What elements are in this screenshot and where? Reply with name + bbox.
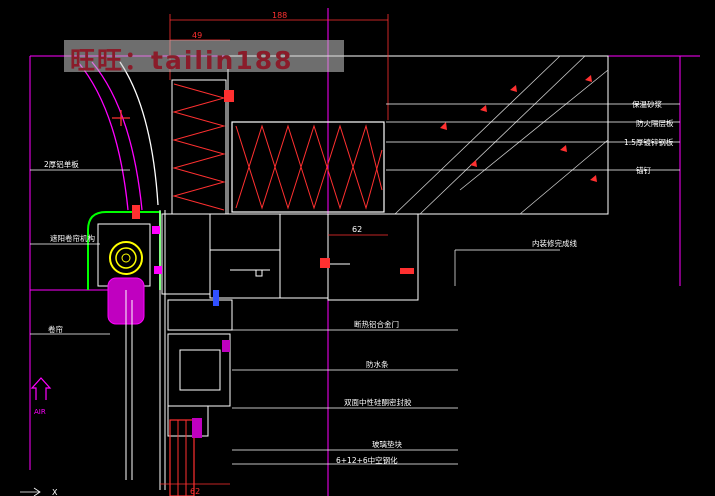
label-aluminum-panel: 2厚铝单板 [44,159,79,169]
label-curtain: 卷帘 [48,324,63,334]
label-anchor: 锚钉 [636,165,651,175]
label-axis-x: X [52,488,58,496]
vertical-insulation [171,79,227,215]
label-galv-steel: 1.5厚镀锌钢板 [624,137,674,147]
air-arrow-icon [30,377,52,400]
anchor-marks [132,90,414,352]
watermark-text: 旺旺：tailin188 [70,46,294,75]
label-air: AIR [34,408,46,416]
label-glass-edge: 玻璃垫块 [372,439,402,449]
insulation-block [231,121,385,213]
label-insulation-finish: 保温砂浆 [632,99,662,109]
dim-top-width: 188 [272,11,287,20]
blind-curve [77,61,159,211]
label-glass-spec: 6+12+6中空钢化 [336,455,398,465]
axis-icon [20,487,41,496]
dim-insulation-offset: 62 [352,225,362,234]
label-indoor-trim: 内装修完成线 [532,238,577,248]
label-silicone-sealant: 双面中性硅酮密封胶 [344,397,412,407]
label-door-frame: 断热铝合金门 [354,319,399,329]
dim-top-offset: 49 [192,31,202,40]
blind-box [87,211,161,480]
label-blind-motor: 遮阳卷帘机构 [50,233,95,243]
watermark-banner: 旺旺：tailin188 [64,40,344,75]
label-waterproof-membrane: 防火隔层板 [636,118,674,128]
dim-bottom-width: 62 [190,487,200,496]
dimension-lines [160,14,389,485]
label-sealant: 防水条 [366,359,389,369]
